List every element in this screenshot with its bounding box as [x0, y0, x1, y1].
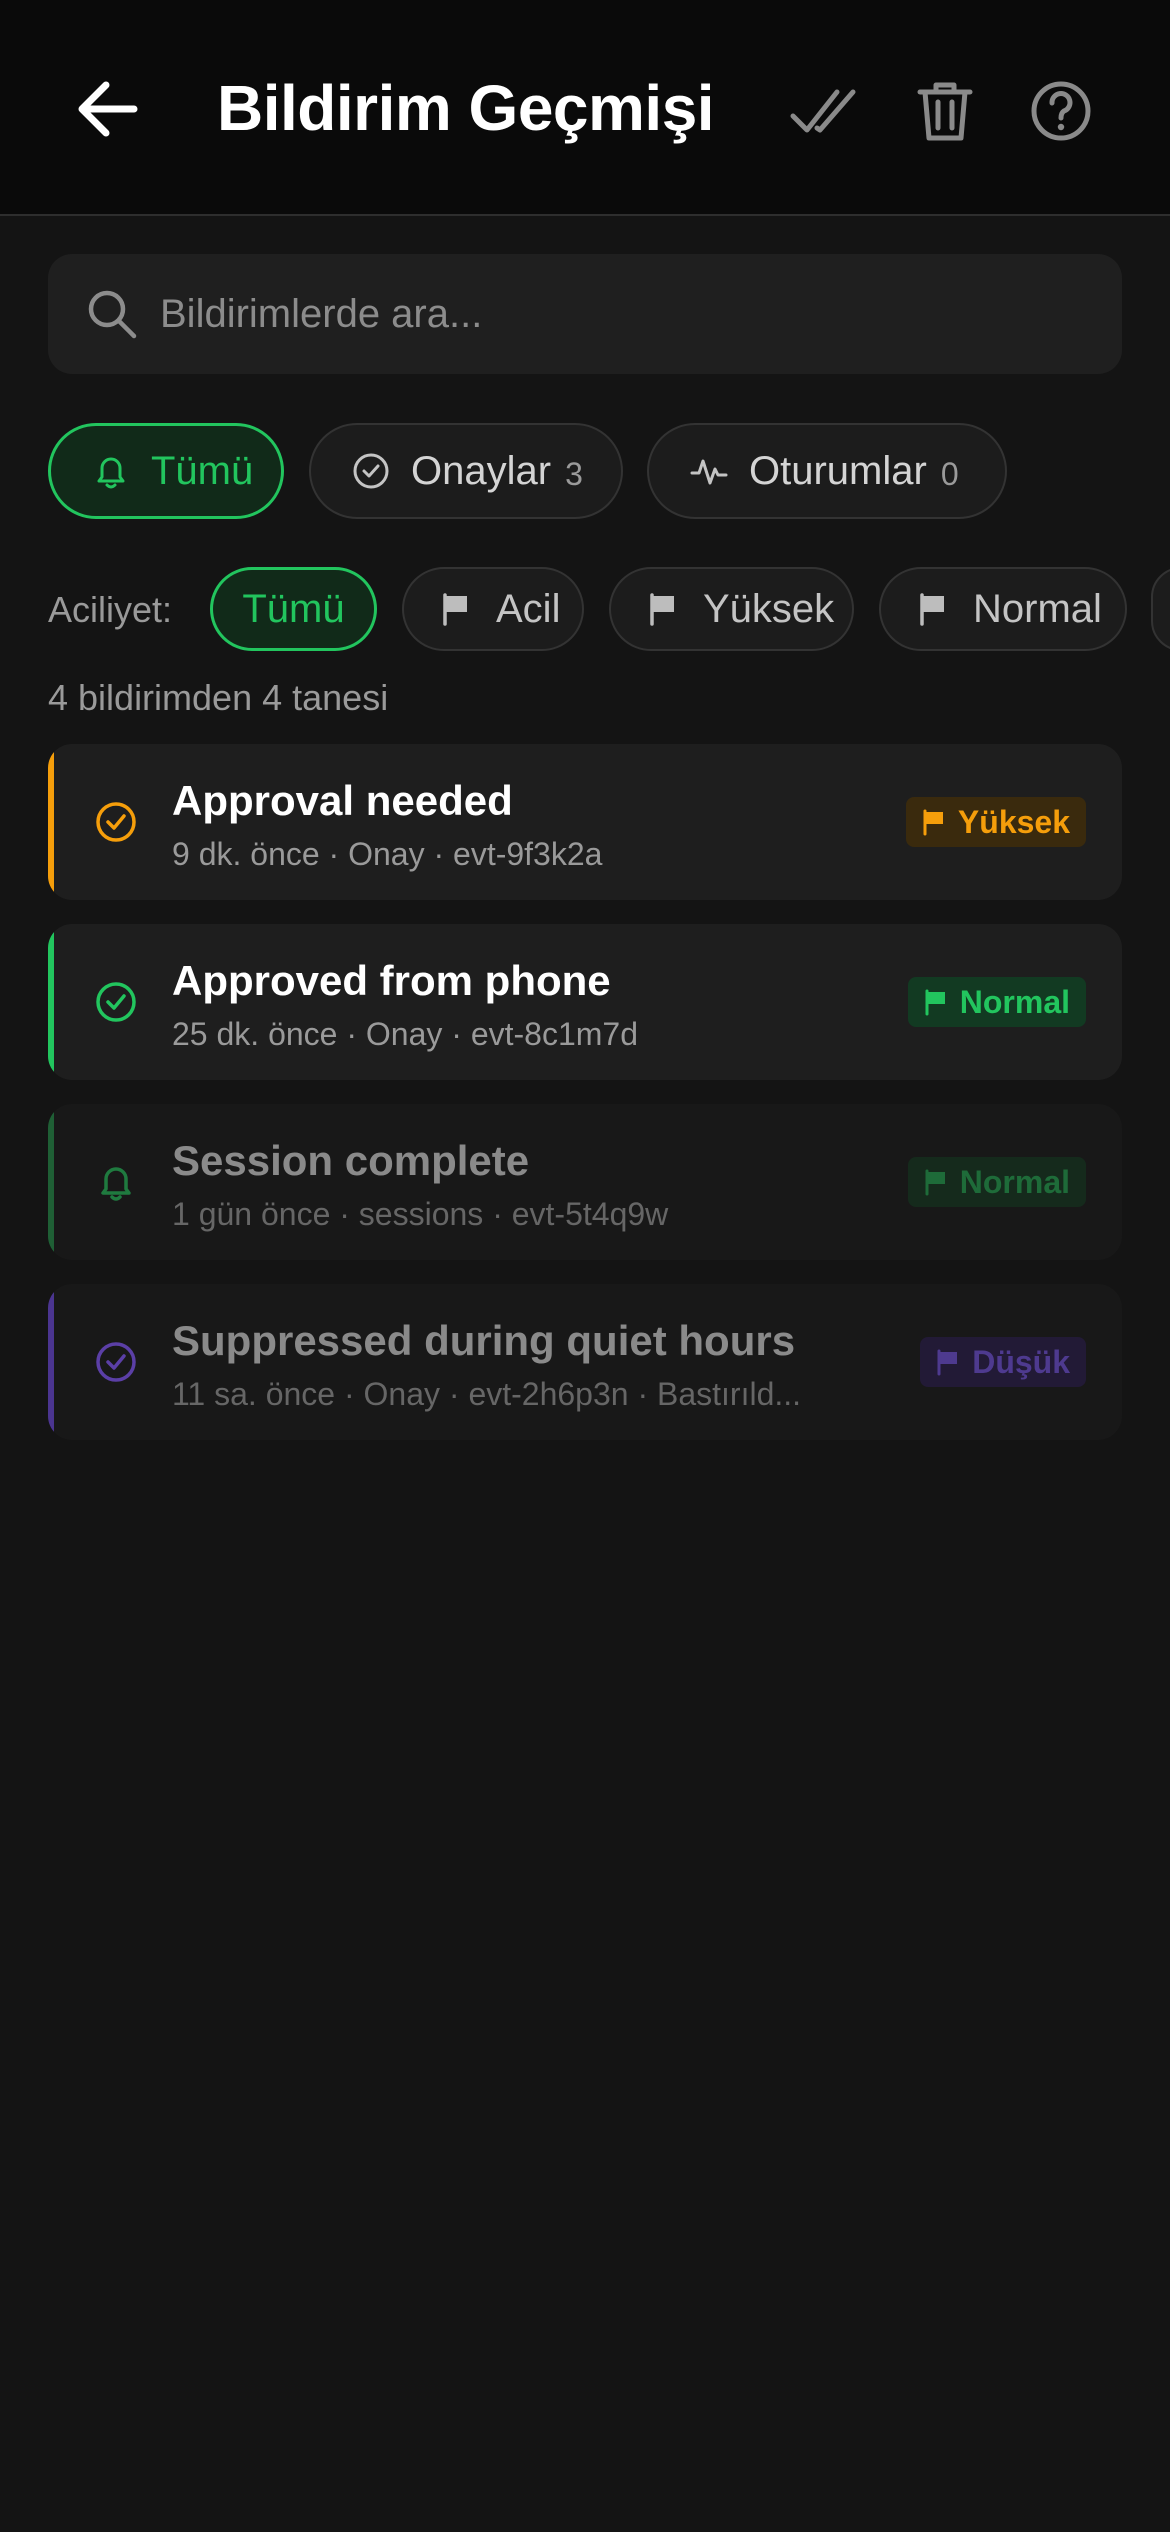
notification-item[interactable]: Suppressed during quiet hours 11 sa. önc…	[48, 1284, 1122, 1440]
bell-icon	[101, 1167, 131, 1201]
urgency-chip-urgent[interactable]: Acil	[402, 567, 584, 651]
urgency-chip-more[interactable]	[1151, 567, 1170, 651]
search-input[interactable]	[160, 254, 1080, 374]
flag-icon	[920, 593, 944, 626]
arrow-left-icon[interactable]	[72, 76, 142, 142]
trash-icon[interactable]	[912, 78, 978, 144]
flag-icon	[650, 593, 674, 626]
notification-meta: 11 sa. önce · Onay · evt-2h6p3n · Bastır…	[172, 1376, 802, 1412]
priority-bar	[48, 744, 54, 900]
notification-item[interactable]: Session complete 1 gün önce · sessions ·…	[48, 1104, 1122, 1260]
result-count: 4 bildirimden 4 tanesi	[48, 677, 389, 718]
flag-icon	[925, 989, 945, 1016]
urgency-chip-high[interactable]: Yüksek	[609, 567, 854, 651]
notification-meta: 9 dk. önce · Onay · evt-9f3k2a	[172, 836, 603, 872]
chip-label: Yüksek	[703, 586, 835, 631]
priority-bar	[48, 924, 54, 1080]
urgency-chip-all[interactable]: Tümü	[210, 567, 377, 651]
priority-badge: Normal	[907, 1157, 1086, 1207]
check-circle-icon	[96, 1342, 136, 1382]
tab-label: Onaylar	[411, 448, 552, 493]
notification-item[interactable]: Approved from phone 25 dk. önce · Onay ·…	[48, 924, 1122, 1080]
tab-sessions[interactable]: Oturumlar 0	[647, 423, 1007, 519]
search-icon	[88, 290, 137, 339]
flag-icon	[443, 593, 467, 626]
chip-label: Acil	[496, 586, 561, 631]
help-circle-icon[interactable]	[1028, 78, 1094, 144]
tab-label: Tümü	[151, 448, 254, 493]
priority-badge: Normal	[907, 977, 1086, 1027]
notification-meta: 25 dk. önce · Onay · evt-8c1m7d	[172, 1016, 638, 1052]
notification-title: Approved from phone	[172, 957, 611, 1004]
notification-item[interactable]: Approval needed 9 dk. önce · Onay · evt-…	[48, 744, 1122, 900]
app-header: Bildirim Geçmişi	[0, 0, 1170, 216]
check-circle-icon	[96, 802, 136, 842]
search-bar	[48, 254, 1122, 374]
tab-count: 3	[565, 455, 583, 492]
flag-icon	[937, 1349, 958, 1376]
tab-all[interactable]: Tümü	[48, 423, 284, 519]
tab-label: Oturumlar	[749, 448, 927, 493]
tab-count: 0	[940, 455, 959, 492]
urgency-label: Aciliyet:	[48, 589, 173, 630]
notification-meta: 1 gün önce · sessions · evt-5t4q9w	[172, 1196, 669, 1232]
chip-label: Tümü	[242, 586, 345, 631]
flag-icon	[925, 1169, 945, 1196]
priority-bar	[48, 1284, 54, 1440]
flag-icon	[923, 809, 943, 836]
priority-label: Normal	[959, 983, 1070, 1020]
urgency-chip-normal[interactable]: Normal	[879, 567, 1127, 651]
notification-title: Suppressed during quiet hours	[172, 1317, 796, 1364]
priority-label: Normal	[959, 1163, 1070, 1200]
activity-icon	[690, 459, 728, 485]
notification-title: Session complete	[172, 1137, 530, 1184]
bell-icon	[97, 457, 125, 489]
tab-approvals[interactable]: Onaylar 3	[309, 423, 623, 519]
priority-badge: Düşük	[920, 1337, 1086, 1387]
priority-label: Yüksek	[957, 803, 1070, 840]
priority-badge: Yüksek	[905, 797, 1086, 847]
page-title: Bildirim Geçmişi	[217, 72, 715, 144]
check-circle-icon	[96, 982, 136, 1022]
priority-label: Düşük	[972, 1343, 1070, 1380]
double-check-icon[interactable]	[787, 78, 859, 144]
notification-title: Approval needed	[172, 777, 513, 824]
priority-bar	[48, 1104, 54, 1260]
chip-label: Normal	[973, 586, 1102, 631]
check-circle-icon	[353, 453, 389, 489]
